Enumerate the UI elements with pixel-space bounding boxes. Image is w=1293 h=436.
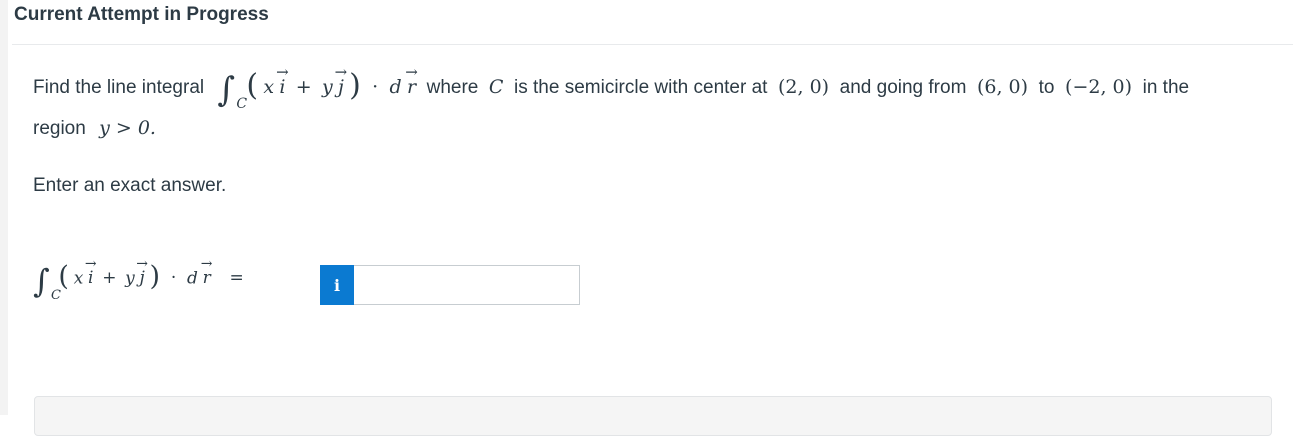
answer-i-vector: i xyxy=(88,268,93,288)
y-variable: y xyxy=(321,76,333,99)
info-icon[interactable]: i xyxy=(320,265,354,305)
bottom-panel xyxy=(34,396,1272,436)
mid-text: where xyxy=(421,77,484,99)
question-text-line-2: region y > 0. xyxy=(33,117,156,140)
question-intro: Find the line integral xyxy=(33,77,205,99)
instruction-text: Enter an exact answer. xyxy=(33,175,227,196)
region-word: region xyxy=(33,118,86,139)
equals-sign: = xyxy=(229,268,244,289)
i-vector: i xyxy=(279,76,285,98)
open-paren: ( xyxy=(246,68,259,103)
r-vector: r xyxy=(407,76,416,98)
left-gutter xyxy=(0,0,8,415)
to-text: to xyxy=(1033,77,1060,99)
answer-x-variable: x xyxy=(73,268,84,289)
d-variable: d xyxy=(389,76,402,99)
page-title: Current Attempt in Progress xyxy=(14,4,269,25)
answer-input[interactable] xyxy=(354,266,579,304)
j-vector: j xyxy=(338,76,344,98)
dot-product: · xyxy=(372,76,379,99)
answer-plus-sign: + xyxy=(102,268,117,289)
question-text-line-1: Find the line integral ∫ C ( x i + y j )… xyxy=(33,68,1190,113)
close-paren: ) xyxy=(349,68,361,103)
answer-dot-product: · xyxy=(170,268,177,289)
going-from-text: and going from xyxy=(834,77,972,99)
answer-field-box xyxy=(354,265,580,305)
integral-sign: ∫ xyxy=(217,70,236,110)
answer-r-vector: r xyxy=(203,268,211,288)
answer-integral: ∫ C xyxy=(33,262,61,303)
x-variable: x xyxy=(263,76,275,99)
integral-expression: ∫ C xyxy=(217,70,247,112)
answer-d-variable: d xyxy=(186,268,198,289)
answer-open-paren: ( xyxy=(58,261,69,292)
answer-j-vector: j xyxy=(140,268,145,288)
center-point: (2, 0) xyxy=(778,76,830,99)
start-point: (6, 0) xyxy=(976,76,1029,99)
answer-integral-sign: ∫ xyxy=(33,262,50,300)
end-text: in the xyxy=(1137,77,1190,99)
answer-expression: ∫ C ( x i + y j ) · d r = xyxy=(33,261,244,304)
plus-sign: + xyxy=(295,76,312,99)
curve-description: is the semicircle with center at xyxy=(508,77,773,99)
attempt-header: Current Attempt in Progress xyxy=(12,0,1293,45)
answer-close-paren: ) xyxy=(149,261,161,292)
answer-y-variable: y xyxy=(125,268,135,289)
end-point: (−2, 0) xyxy=(1065,76,1133,99)
region-condition: y > 0. xyxy=(99,117,156,139)
curve-symbol: C xyxy=(488,76,504,99)
